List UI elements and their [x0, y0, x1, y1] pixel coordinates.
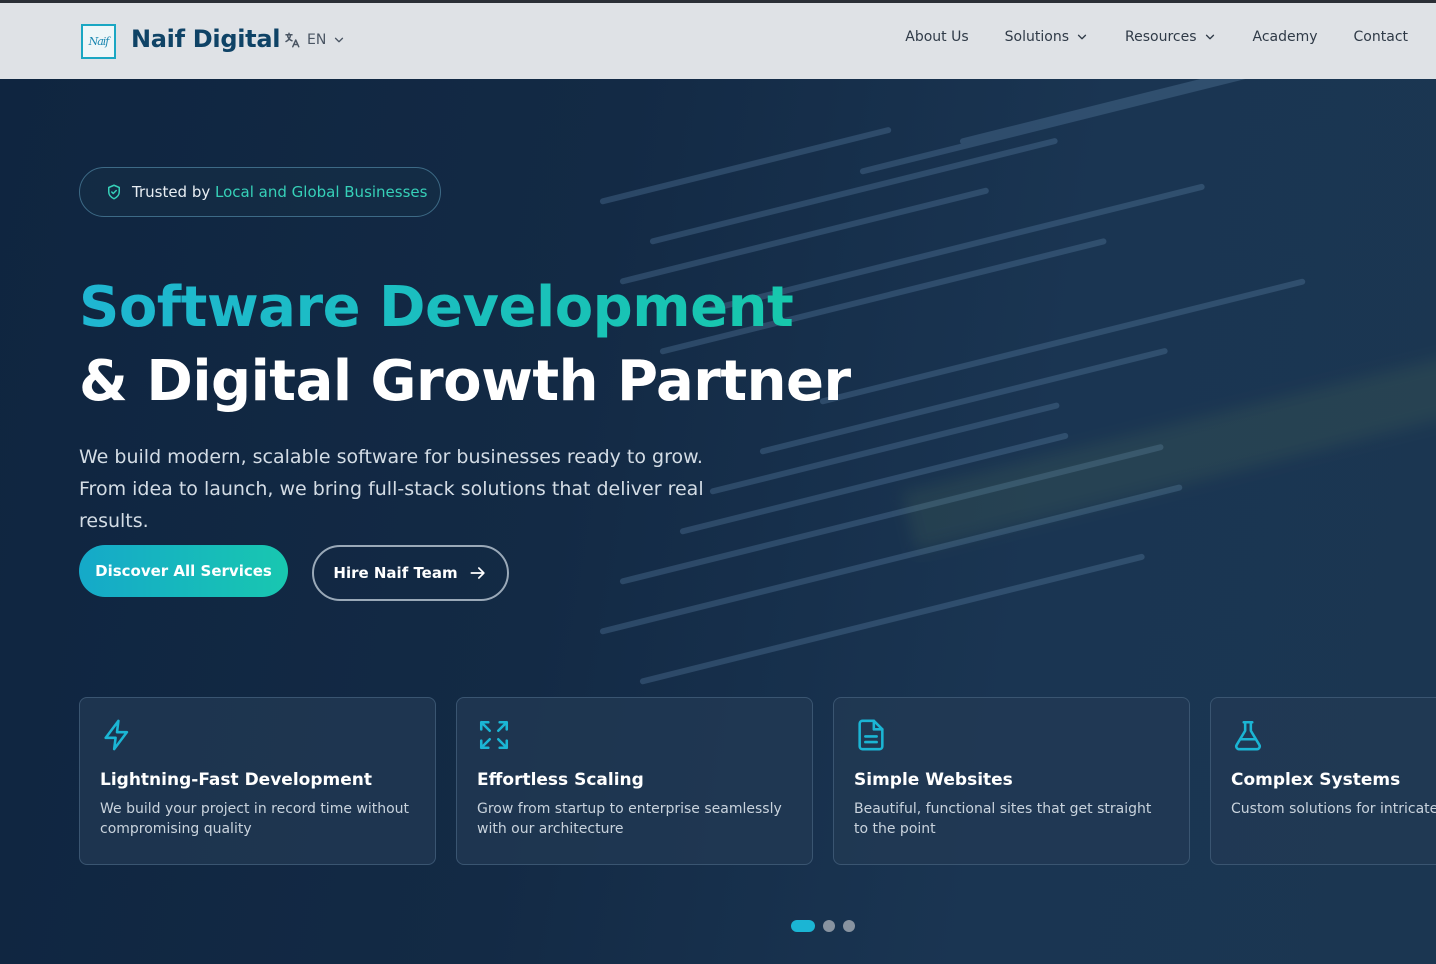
feature-title: Simple Websites	[854, 770, 1013, 790]
nav-academy-label: Academy	[1252, 29, 1318, 45]
shield-check-icon	[108, 184, 120, 200]
feature-title: Complex Systems	[1231, 770, 1401, 790]
feature-description: We build your project in record time wit…	[100, 801, 410, 837]
hero-description: We build modern, scalable software for b…	[79, 446, 704, 532]
nav-academy[interactable]: Academy	[1253, 29, 1318, 45]
carousel-dot-1[interactable]	[791, 920, 815, 932]
hero-heading: Software Development & Digital Growth Pa…	[79, 271, 851, 419]
feature-card[interactable]: Simple Websites Beautiful, functional si…	[833, 697, 1190, 865]
nav-about-us-label: About Us	[905, 29, 969, 45]
chevron-down-icon	[1205, 34, 1214, 40]
arrow-right-icon	[470, 567, 485, 579]
translate-icon	[285, 32, 300, 48]
nav-solutions[interactable]: Solutions	[1005, 29, 1089, 45]
nav-contact[interactable]: Contact	[1354, 29, 1408, 45]
feature-title: Effortless Scaling	[477, 770, 644, 790]
language-label: EN	[307, 32, 327, 48]
nav-resources[interactable]: Resources	[1125, 29, 1217, 45]
logo-mark-text: Naif	[88, 35, 110, 48]
hire-team-button[interactable]: Hire Naif Team	[312, 545, 509, 601]
discover-services-button[interactable]: Discover All Services	[79, 545, 288, 597]
chevron-down-icon	[1077, 34, 1087, 40]
hero-heading-line2: & Digital Growth Partner	[79, 349, 851, 414]
language-selector[interactable]: EN	[283, 31, 346, 49]
nav-about-us[interactable]: About Us	[905, 29, 968, 45]
carousel-dot-2[interactable]	[823, 920, 835, 932]
hero-section: Trusted by Local and Global Businesses S…	[0, 79, 1436, 964]
main-nav: About Us Solutions Resources Academy Con…	[905, 29, 1408, 45]
expand-icon	[479, 720, 509, 750]
feature-title: Lightning-Fast Development	[100, 770, 372, 790]
feature-description: Beautiful, functional sites that get str…	[854, 801, 1152, 837]
feature-description: Grow from startup to enterprise seamless…	[477, 801, 782, 837]
carousel-dots	[791, 920, 855, 932]
feature-card[interactable]: Lightning-Fast Development We build your…	[79, 697, 436, 865]
trust-badge-highlight: Local and Global Businesses	[215, 183, 428, 201]
nav-resources-label: Resources	[1125, 29, 1197, 45]
carousel-dot-3[interactable]	[843, 920, 855, 932]
hire-team-button-label: Hire Naif Team	[333, 564, 458, 582]
nav-contact-label: Contact	[1353, 29, 1408, 45]
chevron-down-icon	[335, 37, 344, 43]
document-icon	[858, 719, 884, 751]
flask-icon	[1235, 720, 1261, 751]
feature-description: Custom solutions for intricate bu	[1231, 801, 1436, 817]
trust-badge: Trusted by Local and Global Businesses	[79, 167, 441, 217]
nav-solutions-label: Solutions	[1004, 29, 1069, 45]
feature-card[interactable]: Effortless Scaling Grow from startup to …	[456, 697, 813, 865]
trust-badge-prefix: Trusted by	[132, 183, 216, 201]
logo-text[interactable]: Naif Digital	[131, 25, 280, 53]
site-header: Naif Naif Digital EN About Us Solutions …	[0, 3, 1436, 79]
logo-mark[interactable]: Naif	[81, 24, 116, 59]
lightning-icon	[104, 719, 129, 751]
feature-card[interactable]: Complex Systems Custom solutions for int…	[1210, 697, 1436, 865]
hero-heading-line1: Software Development	[79, 271, 851, 345]
